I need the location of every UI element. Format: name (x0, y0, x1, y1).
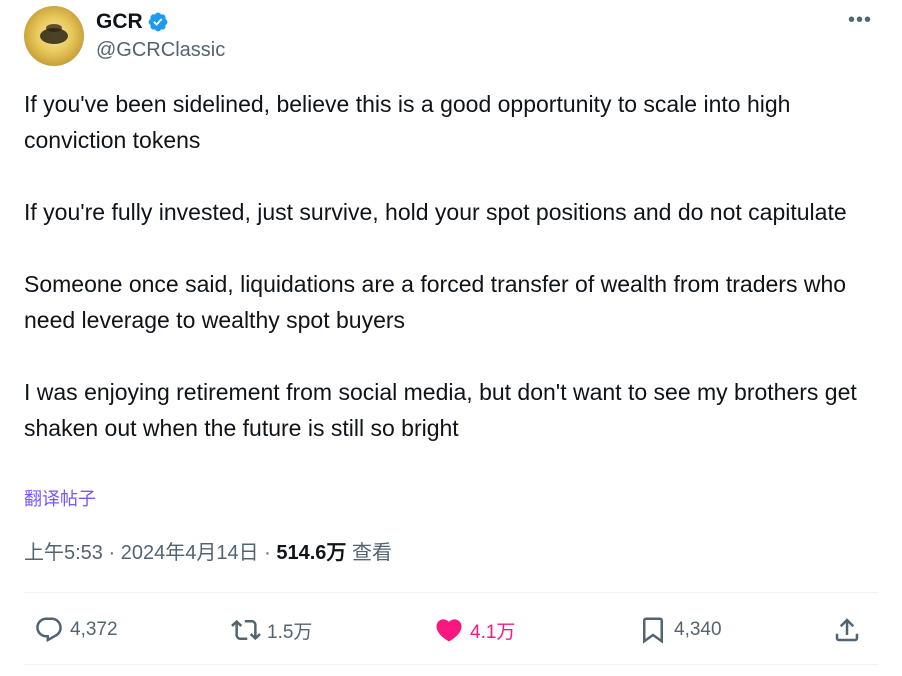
like-button[interactable]: 4.1万 (434, 610, 515, 650)
tweet-time[interactable]: 上午5:53 (24, 542, 103, 564)
tweet-text: If you've been sidelined, believe this i… (24, 86, 874, 446)
author-names: GCR @GCRClassic (96, 9, 225, 63)
handle[interactable]: @GCRClassic (96, 37, 225, 63)
retweet-icon (231, 615, 261, 645)
more-dots-icon[interactable]: ••• (848, 10, 872, 30)
action-bar: 4,372 1.5万 4.1万 4,340 (24, 610, 878, 650)
tweet-header: GCR @GCRClassic (24, 6, 878, 66)
share-button[interactable] (832, 610, 862, 650)
reply-icon (34, 615, 64, 645)
heart-icon (434, 615, 464, 645)
tweet-paragraph: I was enjoying retirement from social me… (24, 379, 857, 441)
views-count[interactable]: 514.6万 (276, 542, 346, 564)
tweet-date[interactable]: 2024年4月14日 (121, 542, 259, 564)
tweet-paragraph: If you've been sidelined, believe this i… (24, 91, 791, 153)
divider (24, 592, 878, 593)
meta-separator: · (102, 542, 121, 564)
avatar[interactable] (24, 6, 84, 66)
retweet-count: 1.5万 (267, 621, 313, 643)
translate-post-link[interactable]: 翻译帖子 (24, 487, 96, 511)
display-name[interactable]: GCR (96, 9, 143, 35)
reply-count: 4,372 (70, 619, 118, 640)
verified-badge-icon[interactable] (147, 11, 169, 33)
like-count: 4.1万 (470, 621, 516, 643)
author-name-row: GCR (96, 9, 225, 35)
share-icon (832, 615, 862, 645)
reply-button[interactable]: 4,372 (34, 610, 118, 650)
tweet-paragraph: Someone once said, liquidations are a fo… (24, 271, 847, 333)
bookmark-button[interactable]: 4,340 (638, 610, 722, 650)
bookmark-icon (638, 615, 668, 645)
tweet-paragraph: If you're fully invested, just survive, … (24, 199, 847, 225)
avatar-emblem (40, 28, 68, 44)
meta-separator: · (258, 542, 277, 564)
bookmark-count: 4,340 (674, 619, 722, 640)
tweet-card: GCR @GCRClassic ••• If you've been sidel… (0, 0, 902, 676)
divider (24, 664, 878, 665)
tweet-meta: 上午5:53 · 2024年4月14日 · 514.6万 查看 (24, 538, 392, 568)
views-label: 查看 (346, 542, 392, 564)
retweet-button[interactable]: 1.5万 (231, 610, 312, 650)
